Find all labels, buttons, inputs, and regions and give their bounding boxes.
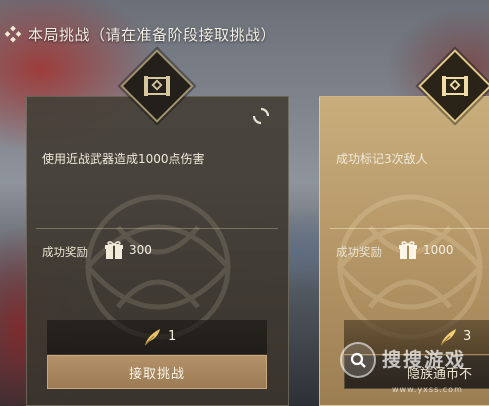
scroll-emblem-icon bbox=[131, 60, 183, 112]
challenge-count: 1 bbox=[168, 329, 177, 344]
page-title: 本局挑战（请在准备阶段接取挑战） bbox=[28, 25, 277, 44]
task-description: 使用近战武器造成1000点伤害 bbox=[42, 152, 205, 166]
scroll-emblem-icon bbox=[429, 60, 481, 112]
reward-label: 成功奖励 bbox=[336, 245, 382, 259]
divider bbox=[330, 228, 489, 229]
refresh-icon[interactable] bbox=[252, 107, 270, 125]
reward-label: 成功奖励 bbox=[42, 245, 88, 259]
reward-value: 300 bbox=[129, 243, 152, 257]
challenge-count: 3 bbox=[463, 329, 472, 344]
watermark-url: www.yxss.com bbox=[392, 385, 463, 394]
feather-icon bbox=[144, 329, 160, 346]
divider bbox=[36, 228, 278, 229]
watermark-text: 搜搜游戏 bbox=[382, 349, 467, 371]
reward-value: 1000 bbox=[423, 243, 454, 257]
challenge-header: 本局挑战（请在准备阶段接取挑战） bbox=[0, 20, 320, 48]
watermark-logo-icon bbox=[340, 342, 376, 378]
accept-challenge-button[interactable]: 接取挑战 bbox=[47, 355, 267, 389]
gift-icon bbox=[399, 241, 417, 259]
diamond-dots-icon bbox=[2, 23, 24, 45]
gift-icon bbox=[105, 241, 123, 259]
task-description: 成功标记3次敌人 bbox=[336, 152, 428, 166]
